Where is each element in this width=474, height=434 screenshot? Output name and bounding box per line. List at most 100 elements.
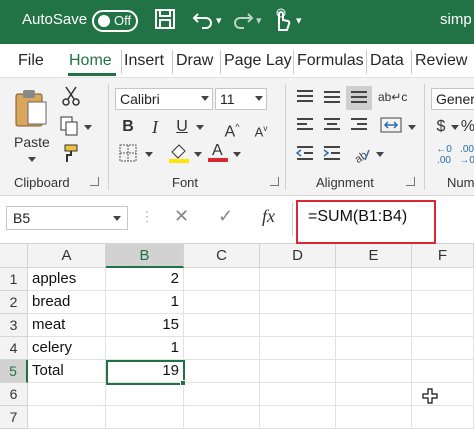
column-header-c[interactable]: C (184, 244, 260, 268)
cell-e5[interactable] (336, 360, 412, 383)
cell-a5[interactable]: Total (28, 360, 106, 383)
tab-data[interactable]: Data (370, 52, 404, 70)
accounting-format-icon[interactable]: $ (432, 116, 450, 138)
cell-b1[interactable]: 2 (106, 268, 184, 291)
align-bottom-icon[interactable] (346, 86, 372, 110)
cell-b7[interactable] (106, 406, 184, 429)
copy-icon[interactable] (58, 116, 80, 138)
cell-c1[interactable] (184, 268, 260, 291)
formula-bar-splitter-icon[interactable]: ⋮ (140, 208, 154, 225)
cell-d5[interactable] (260, 360, 336, 383)
cell-e3[interactable] (336, 314, 412, 337)
cell-e1[interactable] (336, 268, 412, 291)
font-size-select[interactable]: 11 (215, 88, 267, 110)
cell-a3[interactable]: meat (28, 314, 106, 337)
align-middle-icon[interactable] (320, 88, 344, 113)
fill-color-dropdown-icon[interactable] (194, 152, 202, 157)
cell-f2[interactable] (412, 291, 474, 314)
cell-f5[interactable] (412, 360, 474, 383)
cell-d4[interactable] (260, 337, 336, 360)
paste-dropdown-icon[interactable] (28, 157, 36, 162)
row-header[interactable]: 7 (0, 406, 28, 429)
cell-d2[interactable] (260, 291, 336, 314)
increase-decimal-icon[interactable]: ←0.00 (434, 144, 454, 166)
column-header-f[interactable]: F (412, 244, 474, 268)
row-header[interactable]: 6 (0, 383, 28, 406)
cancel-icon[interactable]: ✕ (174, 206, 189, 227)
copy-dropdown-icon[interactable] (84, 125, 92, 130)
cell-a1[interactable]: apples (28, 268, 106, 291)
align-right-icon[interactable] (347, 116, 371, 141)
redo-dropdown-icon[interactable]: ▾ (256, 8, 262, 34)
insert-function-button[interactable]: fx (262, 206, 275, 227)
cell-c2[interactable] (184, 291, 260, 314)
align-left-icon[interactable] (293, 116, 317, 141)
font-color-icon[interactable]: A (207, 140, 229, 171)
tab-insert[interactable]: Insert (124, 52, 164, 70)
increase-indent-icon[interactable] (320, 144, 344, 169)
cell-f3[interactable] (412, 314, 474, 337)
cell-a2[interactable]: bread (28, 291, 106, 314)
name-box[interactable]: B5 (6, 206, 128, 230)
align-center-icon[interactable] (320, 116, 344, 141)
cell-c6[interactable] (184, 383, 260, 406)
undo-icon[interactable] (192, 8, 214, 34)
undo-dropdown-icon[interactable]: ▾ (216, 8, 222, 34)
touch-mode-icon[interactable] (272, 8, 292, 34)
cell-f1[interactable] (412, 268, 474, 291)
cell-b4[interactable]: 1 (106, 337, 184, 360)
cell-e7[interactable] (336, 406, 412, 429)
tab-home[interactable]: Home (69, 52, 112, 70)
decrease-indent-icon[interactable] (293, 144, 317, 169)
borders-icon[interactable] (117, 144, 139, 169)
cell-c7[interactable] (184, 406, 260, 429)
tab-draw[interactable]: Draw (176, 52, 213, 70)
underline-button[interactable]: U (172, 116, 192, 138)
number-format-select[interactable]: Gener (431, 88, 474, 110)
font-launcher-icon[interactable] (270, 177, 279, 186)
cut-icon[interactable] (60, 86, 82, 108)
align-top-icon[interactable] (293, 88, 317, 113)
cell-c3[interactable] (184, 314, 260, 337)
cell-b2[interactable]: 1 (106, 291, 184, 314)
cell-b6[interactable] (106, 383, 184, 406)
select-all-button[interactable] (0, 244, 28, 268)
cell-e6[interactable] (336, 383, 412, 406)
cell-a7[interactable] (28, 406, 106, 429)
italic-button[interactable]: I (145, 116, 165, 138)
tab-page-layout[interactable]: Page Lay (224, 52, 292, 70)
decrease-decimal-icon[interactable]: .00 →0 (458, 144, 474, 166)
cell-e2[interactable] (336, 291, 412, 314)
cell-e4[interactable] (336, 337, 412, 360)
paste-button[interactable]: Paste (8, 84, 54, 166)
column-header-a[interactable]: A (28, 244, 106, 268)
row-header-selected[interactable]: 5 (0, 360, 28, 383)
tab-file[interactable]: File (18, 52, 44, 70)
row-header[interactable]: 3 (0, 314, 28, 337)
cell-f4[interactable] (412, 337, 474, 360)
cell-d3[interactable] (260, 314, 336, 337)
fill-handle[interactable] (180, 380, 186, 386)
cell-d7[interactable] (260, 406, 336, 429)
cell-a6[interactable] (28, 383, 106, 406)
autosave-toggle[interactable]: Off (92, 10, 138, 32)
clipboard-launcher-icon[interactable] (90, 177, 99, 186)
orientation-dropdown-icon[interactable] (376, 152, 384, 157)
cell-c4[interactable] (184, 337, 260, 360)
cell-c5[interactable] (184, 360, 260, 383)
enter-icon[interactable]: ✓ (218, 206, 233, 227)
column-header-e[interactable]: E (336, 244, 412, 268)
decrease-font-size-icon[interactable]: Av (251, 118, 271, 143)
row-header[interactable]: 4 (0, 337, 28, 360)
wrap-text-icon[interactable]: ab↵c (378, 86, 407, 108)
tab-review[interactable]: Review (415, 52, 467, 70)
column-header-b[interactable]: B (106, 244, 184, 268)
fill-color-icon[interactable] (168, 142, 190, 171)
font-color-dropdown-icon[interactable] (233, 152, 241, 157)
row-header[interactable]: 1 (0, 268, 28, 291)
tab-formulas[interactable]: Formulas (297, 52, 364, 70)
merge-dropdown-icon[interactable] (408, 125, 416, 130)
bold-button[interactable]: B (118, 116, 138, 138)
accounting-dropdown-icon[interactable] (451, 125, 459, 130)
cell-a4[interactable]: celery (28, 337, 106, 360)
